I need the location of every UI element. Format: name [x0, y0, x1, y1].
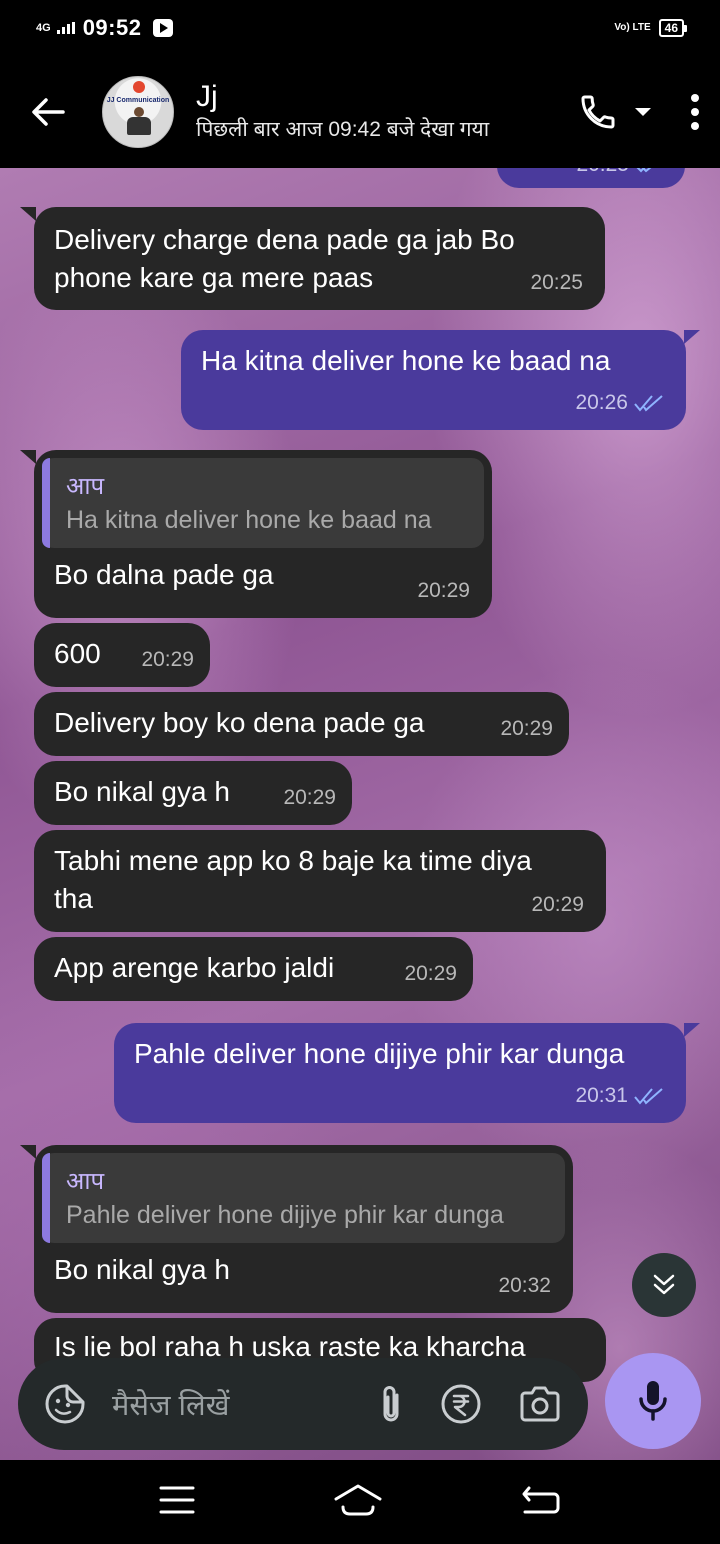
signal-icon [56, 22, 75, 34]
message-time: 20:26 [575, 384, 664, 422]
more-vert-icon [691, 94, 699, 130]
message-time: 20:32 [498, 1274, 551, 1297]
message-bubble-incoming-reply[interactable]: आप Ha kitna deliver hone ke baad na Bo d… [20, 450, 492, 618]
message-bubble-incoming-reply[interactable]: आप Pahle deliver hone dijiye phir kar du… [20, 1145, 573, 1313]
youtube-notification-icon [153, 19, 174, 37]
sticker-emoji-icon [45, 1384, 85, 1424]
status-bar: 4G 09:52 Vo) LTE 46 [0, 0, 720, 56]
contact-name: Jj [196, 80, 218, 113]
read-ticks-icon [636, 168, 652, 173]
quoted-message[interactable]: आप Pahle deliver hone dijiye phir kar du… [42, 1153, 565, 1243]
quote-author: आप [66, 1168, 105, 1195]
phone-icon [581, 95, 615, 129]
quote-text: Ha kitna deliver hone ke baad na [66, 506, 432, 534]
contact-avatar[interactable]: JJ Communication [102, 76, 174, 148]
microphone-icon [639, 1381, 667, 1421]
message-text: Delivery charge dena pade ga jab Bo phon… [54, 224, 515, 293]
message-bubble-incoming[interactable]: Tabhi mene app ko 8 baje ka time diya th… [34, 830, 606, 932]
chat-header: JJ Communication Jj पिछली बार आज 09:42 ब… [0, 56, 720, 168]
caret-down-icon [635, 108, 651, 116]
double-chevron-down-icon [653, 1274, 675, 1295]
home-icon [334, 1484, 382, 1515]
sticker-button[interactable] [44, 1383, 86, 1425]
message-time: 20:29 [500, 717, 553, 740]
voice-record-button[interactable] [605, 1353, 701, 1449]
message-time: 20:31 [575, 1077, 664, 1115]
status-time: 09:52 [82, 15, 142, 40]
quote-author: आप [66, 473, 105, 500]
message-bubble-outgoing[interactable]: Ha kitna deliver hone ke baad na 20:26 [181, 330, 700, 430]
battery-icon: 46 [658, 19, 688, 37]
message-time: 20:29 [531, 893, 584, 916]
scroll-to-bottom-button[interactable] [632, 1253, 696, 1317]
message-time: 20:29 [141, 648, 194, 671]
message-time: 20:29 [283, 786, 336, 809]
message-time: 20:29 [404, 962, 457, 985]
message-bubble-outgoing[interactable]: Pahle deliver hone dijiye phir kar dunga… [114, 1023, 700, 1123]
voice-call-button[interactable] [578, 92, 618, 132]
back-button[interactable] [20, 84, 76, 140]
attach-button[interactable] [378, 1383, 404, 1425]
paperclip-icon [383, 1386, 399, 1422]
back-nav-icon [522, 1486, 560, 1513]
message-bubble-incoming[interactable]: Delivery charge dena pade ga jab Bo phon… [20, 207, 605, 310]
message-text: Tabhi mene app ko 8 baje ka time diya th… [54, 845, 532, 914]
system-nav-bar [0, 1460, 720, 1544]
message-time: 20:25 [576, 168, 663, 184]
message-text: Delivery boy ko dena pade ga [54, 707, 425, 738]
message-time: 20:25 [530, 271, 583, 294]
camera-button[interactable] [518, 1384, 562, 1424]
message-text: Bo nikal gya h [54, 1254, 230, 1285]
message-composer: मैसेज लिखें [18, 1358, 588, 1450]
quoted-message[interactable]: आप Ha kitna deliver hone ke baad na [42, 458, 484, 548]
back-arrow-icon [32, 98, 65, 126]
more-options-button[interactable] [690, 94, 700, 130]
menu-lines-icon [159, 1486, 195, 1513]
menu-nav-button[interactable] [159, 1485, 195, 1520]
message-bubble-incoming[interactable]: Delivery boy ko dena pade ga 20:29 [34, 692, 569, 756]
quote-text: Pahle deliver hone dijiye phir kar dunga [66, 1201, 504, 1229]
last-seen-status: पिछली बार आज 09:42 बजे देखा गया [196, 118, 490, 141]
camera-icon [520, 1386, 560, 1422]
volte-indicator: Vo) LTE [614, 22, 651, 33]
read-ticks-icon [634, 395, 663, 412]
message-time: 20:29 [417, 579, 470, 602]
back-nav-button[interactable] [521, 1485, 561, 1520]
chat-area[interactable]: 20:25 Delivery charge dena pade ga jab B… [0, 168, 720, 1460]
network-indicator: 4G [36, 22, 51, 34]
home-nav-button[interactable] [333, 1483, 383, 1522]
call-options-dropdown[interactable] [634, 106, 652, 118]
payment-button[interactable] [440, 1383, 482, 1425]
message-text: App arenge karbo jaldi [54, 952, 335, 983]
message-input[interactable]: मैसेज लिखें [112, 1385, 342, 1424]
message-bubble-incoming[interactable]: Bo nikal gya h 20:29 [34, 761, 352, 825]
rupee-icon [441, 1384, 481, 1424]
message-text: Ha kitna deliver hone ke baad na [201, 345, 611, 376]
message-bubble-incoming[interactable]: App arenge karbo jaldi 20:29 [34, 937, 473, 1001]
message-bubble-outgoing-partial[interactable]: 20:25 [497, 168, 685, 188]
message-text: Pahle deliver hone dijiye phir kar dunga [134, 1038, 625, 1069]
contact-info[interactable]: Jj पिछली बार आज 09:42 बजे देखा गया [196, 80, 489, 144]
message-bubble-incoming[interactable]: 600 20:29 [34, 623, 210, 687]
read-ticks-icon [634, 1088, 663, 1105]
